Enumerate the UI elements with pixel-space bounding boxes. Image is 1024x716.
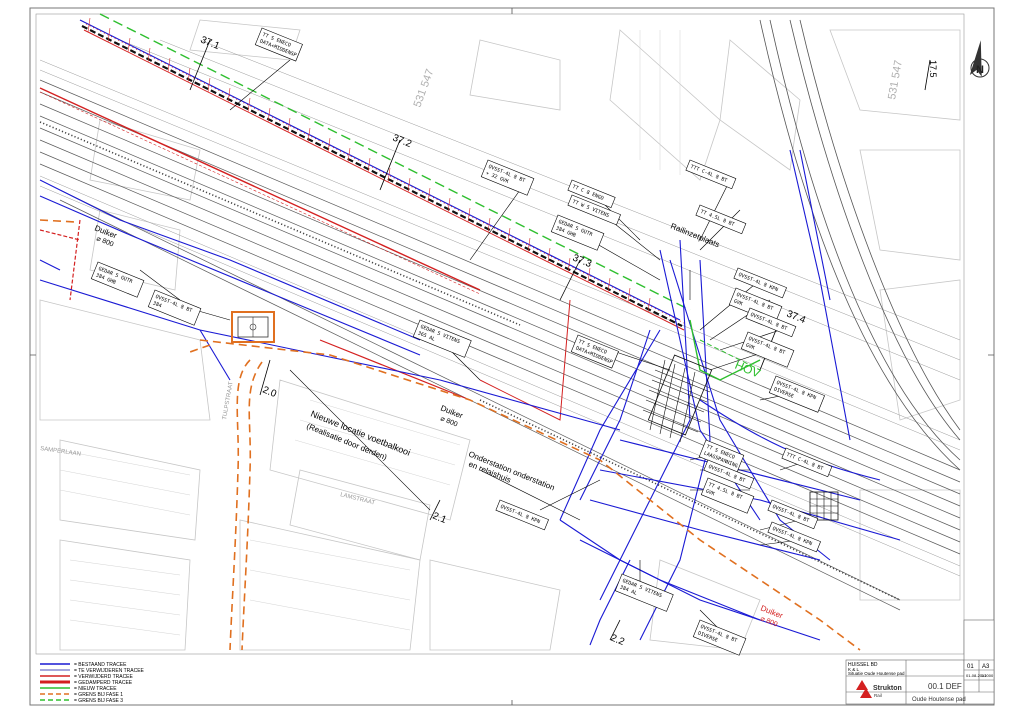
street-label: SAMPERLAAN: [40, 446, 81, 458]
track-bundle: [39, 79, 961, 611]
grid-label: 531 547: [886, 59, 905, 100]
base-map-detail: [59, 30, 681, 636]
km-marker: 2.2: [609, 633, 626, 649]
km-marker: 2.1: [431, 511, 448, 527]
km-marker: 17.5: [928, 60, 938, 78]
north-arrow: N: [969, 40, 990, 78]
cable-callout: GEDAR 5 VITENS384 AL: [614, 573, 674, 612]
km-marker: 37.1: [199, 35, 222, 53]
svg-text:N: N: [976, 64, 984, 76]
legend-symbols: [40, 663, 70, 701]
cable-callout: TT S ENECODATA+MIDDENSP: [254, 27, 303, 62]
text-layer: 37.1 37.2 37.3 37.4 2.0 2.1 2.2 17.5 531…: [40, 35, 994, 704]
tb-sub2: Situatie Oude Houtense pad: [848, 671, 905, 676]
tb-sheet: 01: [967, 664, 974, 670]
legend-label: = GRENS BIJ FASE 3: [74, 698, 123, 704]
grid-label: 531 547: [412, 68, 437, 109]
railinzetplaats-label: Railinzetplaats: [669, 222, 721, 250]
tb-format: A3: [982, 664, 990, 670]
cable-callout: OVSST-4L 8 KPNDIVERSE: [768, 375, 825, 413]
drawing-sheet: N 37.1 37.2 37.3 37.4 2.0 2.1 2.2 17.5 5…: [0, 0, 1024, 711]
street-label: TULPSTRAAT: [222, 381, 235, 420]
rail-situation-map: N 37.1 37.2 37.3 37.4 2.0 2.1 2.2 17.5 5…: [29, 7, 995, 706]
tb-scale: 1:1000: [981, 673, 994, 678]
cable-callout: OVSST-4L 8 BTDIVERSE: [692, 619, 747, 656]
cable-callout: GEDAR 5 VITENS365 AL: [412, 319, 472, 358]
cable-callout: GEDAR 5 GUTR384 GHB: [90, 261, 145, 298]
fase1-border: [39, 219, 861, 651]
callout-leaders: [139, 59, 811, 641]
tb-drawing-name: Oude Houtense pad: [912, 697, 966, 703]
tb-company-sub: Rail: [874, 693, 882, 698]
cable-callout: TTT C-4L 8 BT: [781, 447, 833, 478]
callout-layer: TT S ENECODATA+MIDDENSP OVSST-4L 8 BT+ 32…: [90, 27, 833, 656]
edge-ticks: [30, 8, 994, 705]
km-marker: 37.2: [391, 133, 414, 151]
curved-tracks: [759, 19, 961, 471]
cable-callout: OVSST-4L 8 BT+ 32 GVK: [480, 159, 535, 196]
tb-company: Strukton: [873, 685, 902, 692]
tb-drawing-no: 00.1 DEF: [928, 682, 962, 691]
cable-callout: OVSST-4L 8 BT384: [147, 289, 202, 326]
sheet-frame: [29, 7, 995, 706]
km-marker: 2.0: [261, 385, 278, 401]
cable-callout: OVSST-4L 8 KPN: [495, 499, 549, 531]
